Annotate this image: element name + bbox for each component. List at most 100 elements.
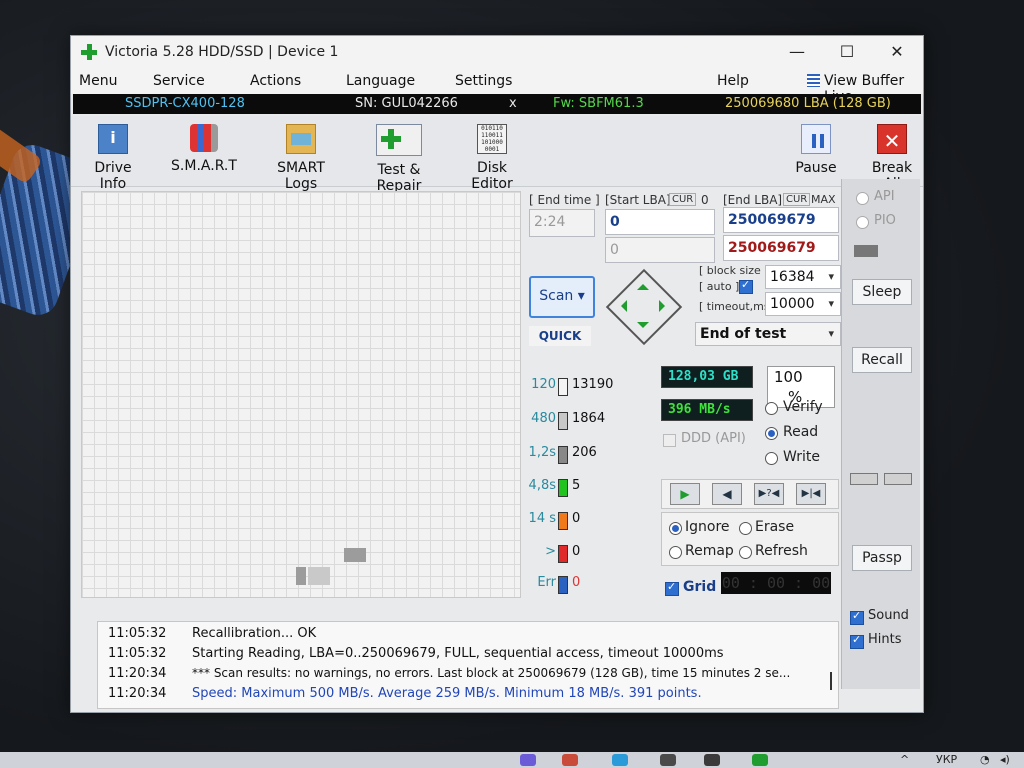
api-radio[interactable] xyxy=(856,192,869,205)
ignore-label: Ignore xyxy=(685,519,730,535)
block-size-select[interactable]: 16384 ▾ xyxy=(765,265,841,289)
ddd-checkbox[interactable] xyxy=(663,434,676,447)
device-bar: SSDPR-CX400-128 SN: GUL042266 x Fw: SBFM… xyxy=(73,94,921,114)
pause-icon xyxy=(801,124,831,154)
menu-service[interactable]: Service xyxy=(153,73,205,89)
timeout-value: 10000 xyxy=(770,296,815,312)
stat-color-swatch xyxy=(558,479,568,497)
erase-radio[interactable] xyxy=(739,522,752,535)
pio-radio[interactable] xyxy=(856,216,869,229)
menu-help[interactable]: Help xyxy=(717,73,749,89)
read-radio[interactable] xyxy=(765,427,778,440)
rewind-icon[interactable]: ◀ xyxy=(712,483,742,505)
menu-menu[interactable]: Menu xyxy=(79,73,117,89)
indicator-led xyxy=(850,473,878,485)
minimize-button[interactable]: — xyxy=(777,40,817,64)
taskbar-app-icon[interactable] xyxy=(612,754,628,766)
scan-grid-map xyxy=(81,191,521,598)
stat-color-swatch xyxy=(558,545,568,563)
end-of-test-select[interactable]: End of test ▾ xyxy=(695,322,841,346)
smart-button[interactable]: S.M.A.R.T xyxy=(169,122,239,182)
end-time-field[interactable]: 2:24 xyxy=(529,209,595,237)
auto-checkbox[interactable] xyxy=(739,278,753,294)
auto-label: [ auto ] xyxy=(699,280,740,293)
disk-editor-label: Disk Editor xyxy=(471,160,513,192)
skip-end-icon[interactable]: ▶|◀ xyxy=(796,483,826,505)
verify-radio[interactable] xyxy=(765,402,778,415)
passp-button[interactable]: Passp xyxy=(852,545,912,571)
ignore-radio[interactable] xyxy=(669,522,682,535)
arrow-left-icon[interactable] xyxy=(615,300,627,312)
recall-button[interactable]: Recall xyxy=(852,347,912,373)
quick-button[interactable]: QUICK xyxy=(529,326,591,346)
arrow-right-icon[interactable] xyxy=(659,300,671,312)
start-lba-zero-button[interactable]: 0 xyxy=(701,193,709,207)
taskbar-app-icon[interactable] xyxy=(520,754,536,766)
chevron-down-icon: ▾ xyxy=(828,327,834,340)
scan-button[interactable]: Scan ▾ xyxy=(529,276,595,318)
disk-editor-button[interactable]: 010110 110011 101000 0001 Disk Editor xyxy=(457,122,527,192)
hints-checkbox[interactable] xyxy=(850,633,864,649)
repair-cross-icon xyxy=(376,124,422,156)
timer-display: 00 : 00 : 00 xyxy=(721,572,831,594)
grid-checkbox[interactable] xyxy=(665,580,679,596)
volume-icon[interactable]: ◂) xyxy=(1000,753,1010,766)
view-buffer-icon xyxy=(807,74,820,87)
play-icon[interactable]: ▶ xyxy=(670,483,700,505)
erase-label: Erase xyxy=(755,519,795,535)
menu-actions[interactable]: Actions xyxy=(250,73,301,89)
device-serial: SN: GUL042266 xyxy=(355,96,458,111)
tray-chevron-icon[interactable]: ^ xyxy=(900,753,909,766)
pause-button[interactable]: Pause xyxy=(793,122,839,182)
taskbar-app-icon[interactable] xyxy=(562,754,578,766)
chevron-down-icon: ▾ xyxy=(828,270,834,283)
remap-label: Remap xyxy=(685,543,734,559)
menu-language[interactable]: Language xyxy=(346,73,415,89)
drive-info-button[interactable]: Drive Info xyxy=(79,122,147,192)
end-lba-label: [End LBA] xyxy=(723,193,783,207)
maximize-button[interactable]: ☐ xyxy=(827,40,867,64)
title-bar: Victoria 5.28 HDD/SSD | Device 1 — ☐ ✕ xyxy=(71,36,923,68)
scan-label: Scan xyxy=(539,288,574,304)
wifi-icon[interactable]: ◔ xyxy=(980,753,990,766)
taskbar: ^ УКР ◔ ◂) xyxy=(0,752,1024,768)
device-close[interactable]: x xyxy=(509,96,517,111)
toolbar: Drive Info S.M.A.R.T SMART Logs Test & R… xyxy=(71,116,923,194)
close-button[interactable]: ✕ xyxy=(877,40,917,64)
break-all-button[interactable]: ✕ Break All xyxy=(863,122,921,192)
write-radio[interactable] xyxy=(765,452,778,465)
sleep-button[interactable]: Sleep xyxy=(852,279,912,305)
device-model[interactable]: SSDPR-CX400-128 xyxy=(125,96,245,111)
chevron-down-icon: ▾ xyxy=(828,297,834,310)
dropdown-icon: ▾ xyxy=(577,288,585,304)
smart-logs-button[interactable]: SMART Logs xyxy=(259,122,343,192)
device-firmware: Fw: SBFM61.3 xyxy=(553,96,644,111)
refresh-radio[interactable] xyxy=(739,546,752,559)
remap-radio[interactable] xyxy=(669,546,682,559)
taskbar-victoria-icon[interactable] xyxy=(752,754,768,766)
menu-settings[interactable]: Settings xyxy=(455,73,512,89)
start-lba-cur-button[interactable]: CUR xyxy=(669,193,697,206)
test-repair-button[interactable]: Test & Repair xyxy=(357,122,441,194)
log-scrollbar[interactable] xyxy=(830,672,832,690)
event-log[interactable]: 11:05:32 Recallibration... OK 11:05:32 S… xyxy=(97,621,839,709)
window-title: Victoria 5.28 HDD/SSD | Device 1 xyxy=(105,44,339,60)
taskbar-app-icon[interactable] xyxy=(704,754,720,766)
input-language[interactable]: УКР xyxy=(936,753,957,766)
timeout-select[interactable]: 10000 ▾ xyxy=(765,292,841,316)
latency-stats: 120 13190 480 1864 1,2s 206 4,8s 5 14 s … xyxy=(526,361,651,601)
end-lba-cur-button[interactable]: CUR xyxy=(783,193,811,206)
write-label: Write xyxy=(783,449,820,465)
start-lba-field[interactable]: 0 xyxy=(605,209,715,235)
arrow-up-icon[interactable] xyxy=(637,278,649,290)
sound-checkbox[interactable] xyxy=(850,609,864,625)
end-lba-max-button[interactable]: MAX xyxy=(811,193,836,206)
taskbar-app-icon[interactable] xyxy=(660,754,676,766)
menu-bar: Menu Service Actions Language Settings H… xyxy=(71,68,923,105)
status-led xyxy=(854,245,878,257)
stat-color-swatch xyxy=(558,446,568,464)
arrow-down-icon[interactable] xyxy=(637,322,649,334)
direction-pad[interactable] xyxy=(605,268,683,346)
end-lba-field[interactable]: 250069679 xyxy=(723,207,839,233)
skip-random-icon[interactable]: ▶?◀ xyxy=(754,483,784,505)
